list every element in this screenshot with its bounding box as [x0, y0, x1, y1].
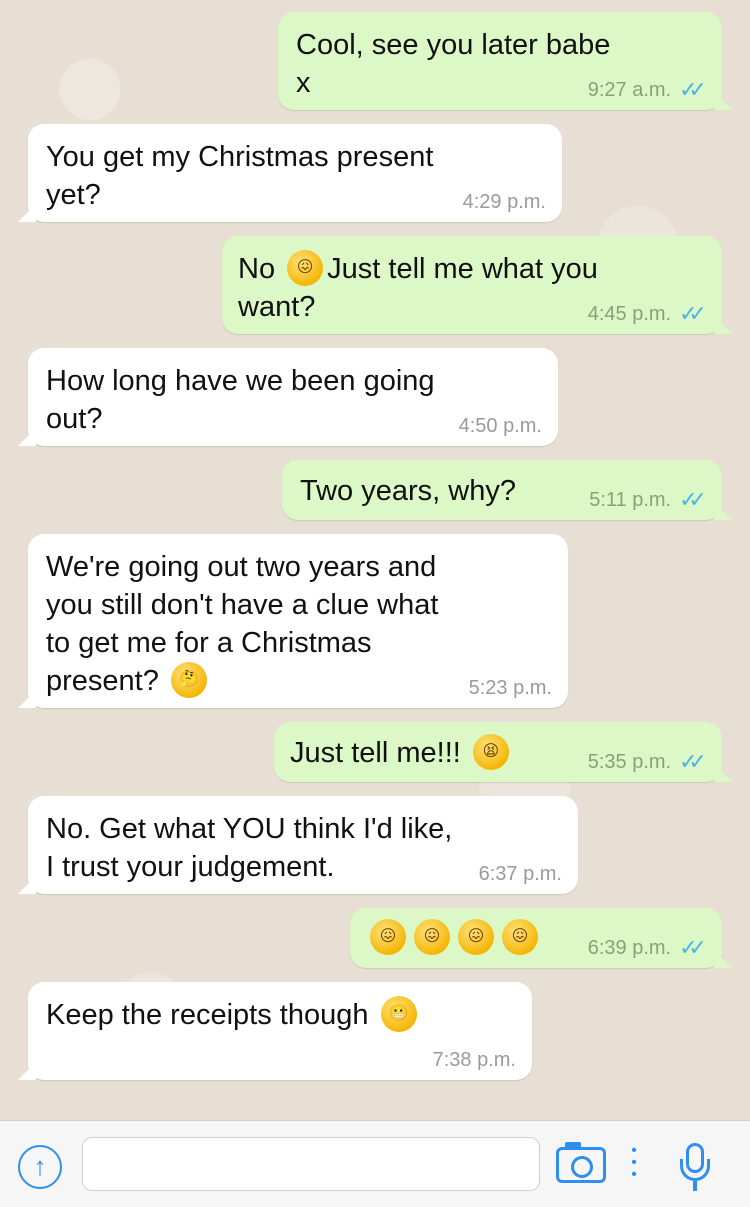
message-meta: 5:35 p.m. ✓✓ — [587, 749, 707, 774]
message-bubble-incoming[interactable]: We're going out two years and you still … — [18, 534, 568, 708]
message-meta: 6:39 p.m. ✓✓ — [587, 935, 707, 960]
message-meta: 4:29 p.m. — [463, 190, 546, 214]
read-receipt-icon: ✓✓ — [679, 487, 707, 512]
arrow-up-circle-icon[interactable]: ↑ — [18, 1145, 62, 1189]
message-time: 4:50 p.m. — [458, 415, 542, 437]
message-meta: 4:50 p.m. — [459, 414, 542, 438]
message-time: 4:45 p.m. — [587, 303, 672, 325]
read-receipt-icon: ✓✓ — [679, 77, 707, 102]
bubble-tail — [18, 204, 36, 222]
microphone-icon[interactable] — [680, 1143, 710, 1191]
message-time: 9:27 a.m. — [587, 79, 672, 101]
message-composer-bar: ↑ • • • — [0, 1120, 750, 1207]
message-time: 5:35 p.m. — [587, 751, 672, 773]
bubble-tail — [714, 316, 732, 334]
message-bubble-outgoing[interactable]: Just tell me!!! 😫 5:35 p.m. ✓✓ — [274, 722, 732, 782]
message-input[interactable] — [82, 1137, 540, 1191]
message-bubble-outgoing[interactable]: Two years, why? 5:11 p.m. ✓✓ — [282, 460, 732, 520]
message-time: 4:29 p.m. — [462, 191, 546, 213]
read-receipt-icon: ✓✓ — [679, 301, 707, 326]
message-text: Keep the receipts though 😬 — [46, 996, 514, 1034]
message-bubble-outgoing[interactable]: Cool, see you later babe x 9:27 a.m. ✓✓ — [278, 12, 732, 110]
message-time: 6:37 p.m. — [478, 863, 562, 885]
confounded-face-emoji: 😖 — [502, 919, 538, 956]
confounded-face-emoji: 😖 — [370, 919, 406, 956]
message-meta: 7:38 p.m. — [433, 1048, 516, 1072]
chat-background: Cool, see you later babe x 9:27 a.m. ✓✓ … — [0, 0, 750, 1120]
message-bubble-incoming[interactable]: You get my Christmas present yet? 4:29 p… — [18, 124, 562, 222]
bubble-tail — [714, 950, 732, 968]
grimacing-face-emoji: 😬 — [380, 996, 417, 1033]
message-time: 6:39 p.m. — [587, 937, 672, 959]
read-receipt-icon: ✓✓ — [679, 749, 707, 774]
bubble-tail — [18, 876, 36, 894]
bubble-tail — [714, 92, 732, 110]
message-meta: 9:27 a.m. ✓✓ — [587, 77, 707, 102]
message-bubble-incoming[interactable]: Keep the receipts though 😬 7:38 p.m. — [18, 982, 532, 1080]
confounded-face-emoji: 😖 — [287, 250, 324, 287]
tired-face-emoji: 😫 — [472, 734, 509, 771]
bubble-tail — [18, 428, 36, 446]
message-meta: 6:37 p.m. — [479, 862, 562, 886]
confounded-face-emoji: 😖 — [414, 919, 450, 956]
bubble-tail — [18, 1062, 36, 1080]
thinking-face-emoji: 🤔 — [170, 662, 207, 699]
vertical-dots-icon[interactable]: • • • — [630, 1143, 638, 1185]
message-bubble-incoming[interactable]: How long have we been going out? 4:50 p.… — [18, 348, 558, 446]
message-time: 5:23 p.m. — [468, 677, 552, 699]
camera-icon[interactable] — [556, 1142, 606, 1183]
message-bubble-outgoing[interactable]: 😖 😖 😖 😖 6:39 p.m. ✓✓ — [350, 908, 732, 968]
bubble-tail — [714, 764, 732, 782]
bubble-tail — [714, 502, 732, 520]
message-bubble-incoming[interactable]: No. Get what YOU think I'd like, I trust… — [18, 796, 578, 894]
bubble-tail — [18, 690, 36, 708]
read-receipt-icon: ✓✓ — [679, 935, 707, 960]
message-meta: 5:23 p.m. — [469, 676, 552, 700]
message-bubble-outgoing[interactable]: No 😖 Just tell me what you want? 4:45 p.m… — [222, 236, 732, 334]
message-meta: 5:11 p.m. ✓✓ — [589, 487, 707, 512]
message-meta: 4:45 p.m. ✓✓ — [587, 301, 707, 326]
message-time: 5:11 p.m. — [589, 489, 672, 511]
message-time: 7:38 p.m. — [432, 1049, 516, 1071]
confounded-face-emoji: 😖 — [458, 919, 494, 956]
